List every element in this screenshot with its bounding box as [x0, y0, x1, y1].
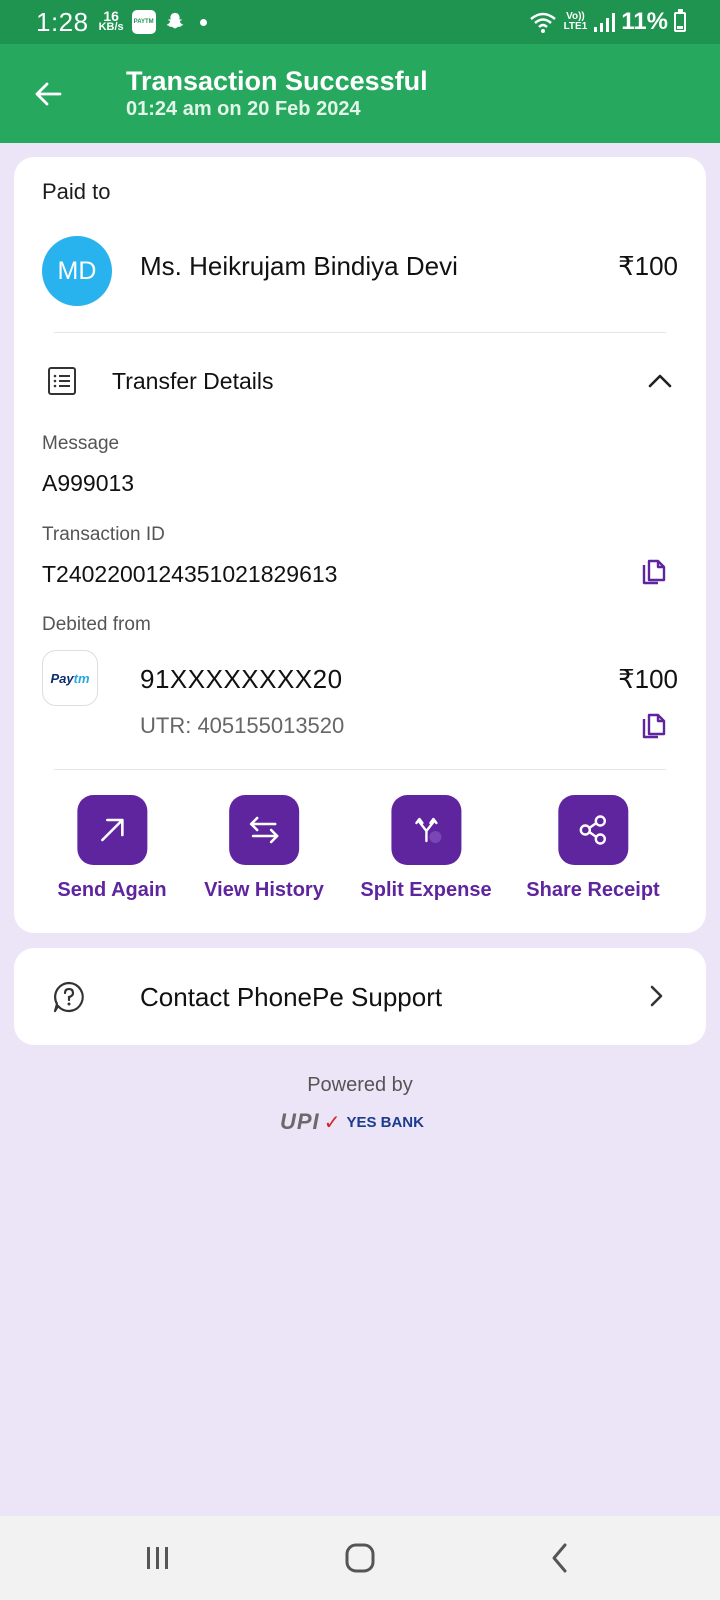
volte-indicator: Vo)) LTE1 [564, 12, 588, 32]
chevron-up-icon[interactable] [646, 367, 674, 395]
arrow-left-icon [35, 82, 62, 106]
navigation-bar [0, 1516, 720, 1600]
split-expense-icon-button[interactable] [391, 795, 461, 865]
battery-charging-icon [674, 9, 686, 32]
share-receipt-label[interactable]: Share Receipt [526, 879, 659, 902]
send-again-button[interactable]: Send Again [57, 795, 167, 902]
network-speed: 16 KB/s [98, 9, 124, 33]
paytm-logo-tm: tm [73, 670, 90, 686]
split-icon [414, 817, 441, 843]
recent-apps-button[interactable] [138, 1540, 178, 1576]
view-history-icon-button[interactable] [229, 795, 299, 865]
send-again-icon-button[interactable] [77, 795, 147, 865]
view-history-label[interactable]: View History [204, 879, 324, 902]
message-value: A999013 [42, 470, 135, 496]
paytm-logo-pay: Pay [50, 670, 74, 686]
transaction-id-value: T2402200124351021829613 [42, 561, 338, 587]
share-icon [579, 815, 606, 845]
wifi-icon [529, 12, 556, 33]
share-receipt-button[interactable]: Share Receipt [526, 795, 660, 902]
header: Transaction Successful 01:24 am on 20 Fe… [0, 44, 720, 143]
page-title: Transaction Successful [126, 66, 428, 96]
paid-to-label: Paid to [42, 179, 111, 204]
debit-amount: ₹100 [618, 664, 678, 694]
paytm-logo: Pay tm [42, 650, 98, 706]
copy-utr-icon[interactable] [640, 713, 668, 741]
split-expense-label[interactable]: Split Expense [360, 879, 491, 902]
battery-percent: 11% [621, 8, 668, 35]
receipt-list-icon [48, 367, 76, 395]
back-button[interactable] [28, 74, 68, 114]
contact-support-label[interactable]: Contact PhonePe Support [140, 982, 442, 1013]
avatar: MD [42, 236, 112, 306]
checkmark-icon: ✓ [323, 1111, 341, 1134]
transaction-timestamp: 01:24 am on 20 Feb 2024 [126, 98, 361, 120]
status-time: 1:28 [36, 6, 89, 37]
message-label: Message [42, 433, 120, 454]
help-question-icon [53, 981, 84, 1013]
home-icon [345, 1543, 375, 1573]
snapchat-icon [166, 12, 183, 29]
split-expense-button[interactable]: Split Expense [360, 795, 492, 902]
view-history-button[interactable]: View History [204, 795, 324, 902]
upi-logo: UPI [280, 1109, 320, 1134]
contact-support-row[interactable]: Contact PhonePe Support [14, 948, 706, 1045]
powered-by-label: Powered by [307, 1074, 413, 1096]
divider [54, 769, 666, 770]
share-receipt-icon-button[interactable] [557, 795, 628, 865]
utr-number: UTR: 405155013520 [140, 713, 345, 738]
system-back-button[interactable] [540, 1540, 580, 1576]
chevron-right-icon[interactable] [642, 982, 670, 1010]
upi-yesbank-logo: UPI ✓ YES BANK [280, 1108, 444, 1136]
lte-label: LTE1 [563, 21, 588, 32]
arrow-up-right-icon [100, 818, 124, 842]
chevron-left-icon [552, 1543, 567, 1573]
yes-bank-logo: YES BANK [346, 1113, 424, 1131]
status-right: Vo)) LTE1 11% [528, 8, 686, 36]
send-again-label[interactable]: Send Again [57, 879, 166, 902]
account-number: 91XXXXXXXX20 [140, 664, 343, 694]
dot-icon [199, 18, 207, 26]
paytm-icon: PAYTM [131, 10, 156, 34]
recent-apps-icon [147, 1547, 168, 1569]
signal-icon [594, 13, 616, 32]
copy-transaction-id-icon[interactable] [640, 559, 668, 587]
payee-amount: ₹100 [618, 251, 678, 281]
swap-arrows-icon [249, 816, 279, 844]
divider [54, 332, 666, 333]
network-speed-unit: KB/s [98, 21, 124, 33]
status-bar: 1:28 16 KB/s PAYTM Vo)) LTE1 11% [0, 0, 720, 44]
transaction-id-label: Transaction ID [42, 524, 165, 545]
home-button[interactable] [340, 1540, 380, 1576]
debited-from-label: Debited from [42, 614, 151, 635]
payee-name: Ms. Heikrujam Bindiya Devi [140, 251, 458, 281]
transaction-card: Paid to MD Ms. Heikrujam Bindiya Devi ₹1… [14, 157, 706, 933]
transfer-details-title[interactable]: Transfer Details [112, 368, 273, 395]
action-row: Send Again View History Split Expense Sh… [14, 795, 706, 905]
